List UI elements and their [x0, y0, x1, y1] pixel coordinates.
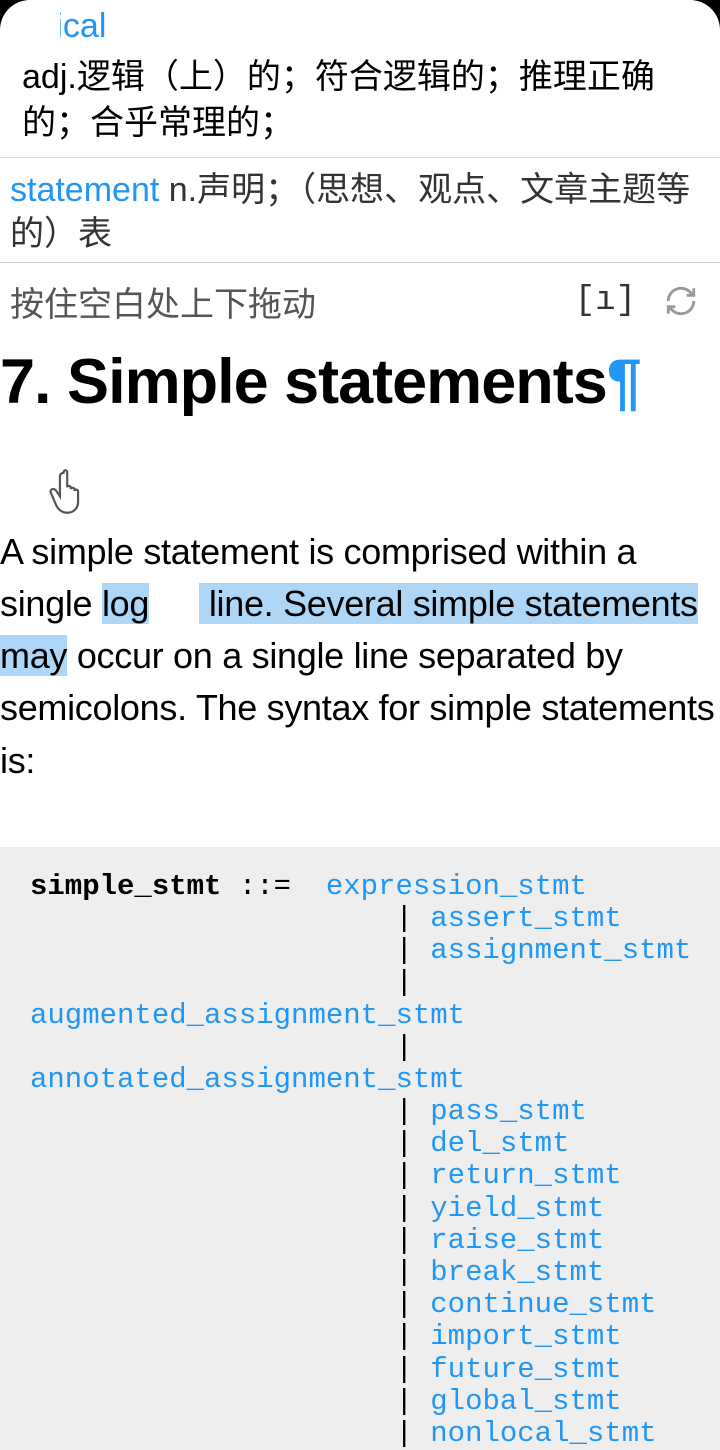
grammar-op: ::= — [221, 870, 325, 903]
grammar-link[interactable]: nonlocal_stmt — [430, 1417, 656, 1450]
dictionary-entry-2[interactable]: statement n.声明；（思想、观点、文章主题等的）表 — [0, 158, 720, 263]
dict-word-1[interactable]: logical — [10, 6, 710, 47]
grammar-link[interactable]: assignment_stmt — [430, 934, 691, 967]
grammar-link[interactable]: continue_stmt — [430, 1288, 656, 1321]
grammar-link[interactable]: future_stmt — [430, 1353, 621, 1386]
grammar-link[interactable]: break_stmt — [430, 1256, 604, 1289]
pilcrow-icon[interactable]: ¶ — [607, 347, 641, 417]
grammar-link[interactable]: expression_stmt — [326, 870, 587, 903]
grammar-lhs: simple_stmt — [30, 870, 221, 903]
grammar-link[interactable]: raise_stmt — [430, 1224, 604, 1257]
grammar-link[interactable]: assert_stmt — [430, 902, 621, 935]
highlight-1[interactable]: log — [102, 583, 149, 624]
grammar-link[interactable]: del_stmt — [430, 1127, 569, 1160]
drag-hint-text: 按住空白处上下拖动 — [10, 277, 575, 326]
pointer-hand-icon — [40, 462, 98, 520]
page-title: 7. Simple statements¶ — [0, 332, 720, 424]
dict-word-2[interactable]: statement — [10, 171, 159, 209]
para-text-2: occur on a single line separated by semi… — [0, 635, 714, 780]
grammar-code-block[interactable]: simple_stmt ::= expression_stmt | assert… — [0, 847, 720, 1450]
grammar-link[interactable]: yield_stmt — [430, 1192, 604, 1225]
grammar-link[interactable]: pass_stmt — [430, 1095, 587, 1128]
sentence-brackets-icon[interactable]: [ı] — [575, 282, 636, 320]
hint-bar: 按住空白处上下拖动 [ı] — [0, 263, 720, 332]
grammar-link[interactable]: augmented_assignment_stmt — [30, 999, 465, 1032]
grammar-link[interactable]: import_stmt — [430, 1320, 621, 1353]
intro-paragraph[interactable]: A simple statement is comprised within a… — [0, 424, 720, 787]
grammar-link[interactable]: annotated_assignment_stmt — [30, 1063, 465, 1096]
grammar-link[interactable]: return_stmt — [430, 1159, 621, 1192]
dictionary-entry-1[interactable]: logical adj.逻辑（上）的；符合逻辑的；推理正确的；合乎常理的； — [0, 0, 720, 158]
heading-text: 7. Simple statements — [0, 347, 607, 417]
dict-definition-1: adj.逻辑（上）的；符合逻辑的；推理正确的；合乎常理的； — [10, 47, 710, 147]
refresh-icon[interactable] — [664, 284, 698, 318]
grammar-link[interactable]: global_stmt — [430, 1385, 621, 1418]
